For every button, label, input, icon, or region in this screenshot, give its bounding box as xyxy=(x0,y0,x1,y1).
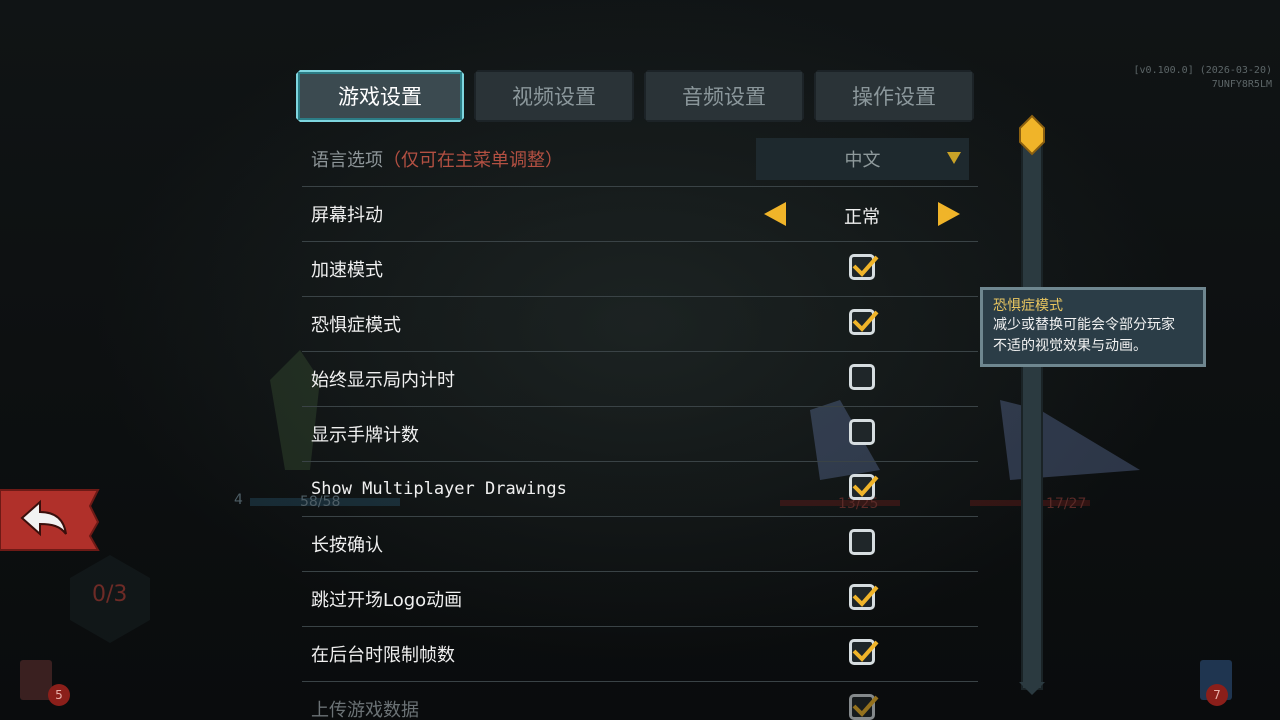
setting-label: 上传游戏数据 xyxy=(311,700,419,720)
build-id: 7UNFY8R5LM xyxy=(1211,79,1272,90)
tooltip-body-line1: 减少或替换可能会令部分玩家 xyxy=(993,317,1175,333)
enemy2-hp-text: 17/27 xyxy=(1046,496,1087,512)
discard-pile-count: 7 xyxy=(1206,684,1228,706)
show-card-count-checkbox[interactable] xyxy=(849,419,875,445)
arrow-right-icon[interactable] xyxy=(936,200,962,228)
upload-data-checkbox[interactable] xyxy=(849,694,879,720)
setting-label: Show Multiplayer Drawings xyxy=(311,479,567,499)
language-value: 中文 xyxy=(844,150,881,171)
setting-row-long-press-confirm: 长按确认 xyxy=(302,517,978,572)
setting-row-fast-mode: 加速模式 xyxy=(302,242,978,297)
setting-row-limit-fps: 在后台时限制帧数 xyxy=(302,627,978,682)
language-dropdown[interactable]: 中文 xyxy=(756,138,969,180)
setting-label: 跳过开场Logo动画 xyxy=(311,590,463,611)
limit-fps-checkbox[interactable] xyxy=(849,639,879,665)
setting-row-multiplayer-drawings: Show Multiplayer Drawings xyxy=(302,462,978,517)
version-string: [v0.100.0] (2026-03-20) xyxy=(1133,65,1272,76)
setting-label: 加速模式 xyxy=(311,260,383,281)
setting-row-upload-data: 上传游戏数据 xyxy=(302,682,978,720)
skip-logo-checkbox[interactable] xyxy=(849,584,879,610)
tab-control-settings[interactable]: 操作设置 xyxy=(814,70,974,122)
setting-row-always-show-timer: 始终显示局内计时 xyxy=(302,352,978,407)
setting-label: 语言选项（仅可在主菜单调整） xyxy=(311,150,563,171)
version-info: [v0.100.0] (2026-03-20) 7UNFY8R5LM xyxy=(1134,64,1272,92)
dropdown-arrow-icon xyxy=(947,152,961,164)
checkmark-icon xyxy=(852,255,879,277)
setting-label: 恐惧症模式 xyxy=(311,315,401,336)
fast-mode-checkbox[interactable] xyxy=(849,254,879,280)
multiplayer-drawings-checkbox[interactable] xyxy=(849,474,879,500)
scrollbar-end-cap xyxy=(1019,682,1045,695)
setting-row-phobia-mode: 恐惧症模式 xyxy=(302,297,978,352)
checkmark-icon xyxy=(852,310,879,332)
draw-pile-count: 5 xyxy=(48,684,70,706)
always-show-timer-checkbox[interactable] xyxy=(849,364,875,390)
scrollbar-track[interactable] xyxy=(1021,128,1043,690)
tooltip-title: 恐惧症模式 xyxy=(993,298,1063,314)
screen-shake-selector: 正常 xyxy=(762,197,962,231)
language-note: （仅可在主菜单调整） xyxy=(383,150,563,171)
checkmark-icon xyxy=(852,695,879,717)
player-block-text: 4 xyxy=(234,492,243,508)
energy-counter: 0/3 xyxy=(92,582,128,607)
checkmark-icon xyxy=(852,475,879,497)
setting-row-screen-shake: 屏幕抖动 正常 xyxy=(302,187,978,242)
tab-audio-settings[interactable]: 音频设置 xyxy=(644,70,804,122)
checkmark-icon xyxy=(852,585,879,607)
setting-label: 在后台时限制帧数 xyxy=(311,645,455,666)
tab-game-settings[interactable]: 游戏设置 xyxy=(296,70,464,122)
tooltip-body-line2: 不适的视觉效果与动画。 xyxy=(993,338,1147,354)
discard-pile[interactable]: 7 xyxy=(1192,658,1236,706)
scrollbar-thumb[interactable] xyxy=(1018,114,1046,156)
setting-row-skip-logo: 跳过开场Logo动画 xyxy=(302,572,978,627)
screen-shake-value: 正常 xyxy=(844,207,880,228)
draw-pile[interactable]: 5 xyxy=(18,658,70,706)
setting-label: 始终显示局内计时 xyxy=(311,370,455,391)
back-button[interactable] xyxy=(0,488,100,552)
long-press-confirm-checkbox[interactable] xyxy=(849,529,875,555)
settings-tabs: 游戏设置 视频设置 音频设置 操作设置 xyxy=(296,70,974,122)
tab-video-settings[interactable]: 视频设置 xyxy=(474,70,634,122)
setting-label: 屏幕抖动 xyxy=(311,205,383,226)
checkmark-icon xyxy=(852,640,879,662)
tooltip-phobia-mode: 恐惧症模式 减少或替换可能会令部分玩家 不适的视觉效果与动画。 xyxy=(980,287,1206,367)
phobia-mode-checkbox[interactable] xyxy=(849,309,879,335)
setting-row-show-card-count: 显示手牌计数 xyxy=(302,407,978,462)
setting-label: 显示手牌计数 xyxy=(311,425,419,446)
setting-row-language: 语言选项（仅可在主菜单调整） 中文 xyxy=(302,132,978,187)
setting-label: 长按确认 xyxy=(311,535,383,556)
settings-list: 语言选项（仅可在主菜单调整） 中文 屏幕抖动 正常 加速模式 恐惧症模式 始终显… xyxy=(302,132,978,720)
